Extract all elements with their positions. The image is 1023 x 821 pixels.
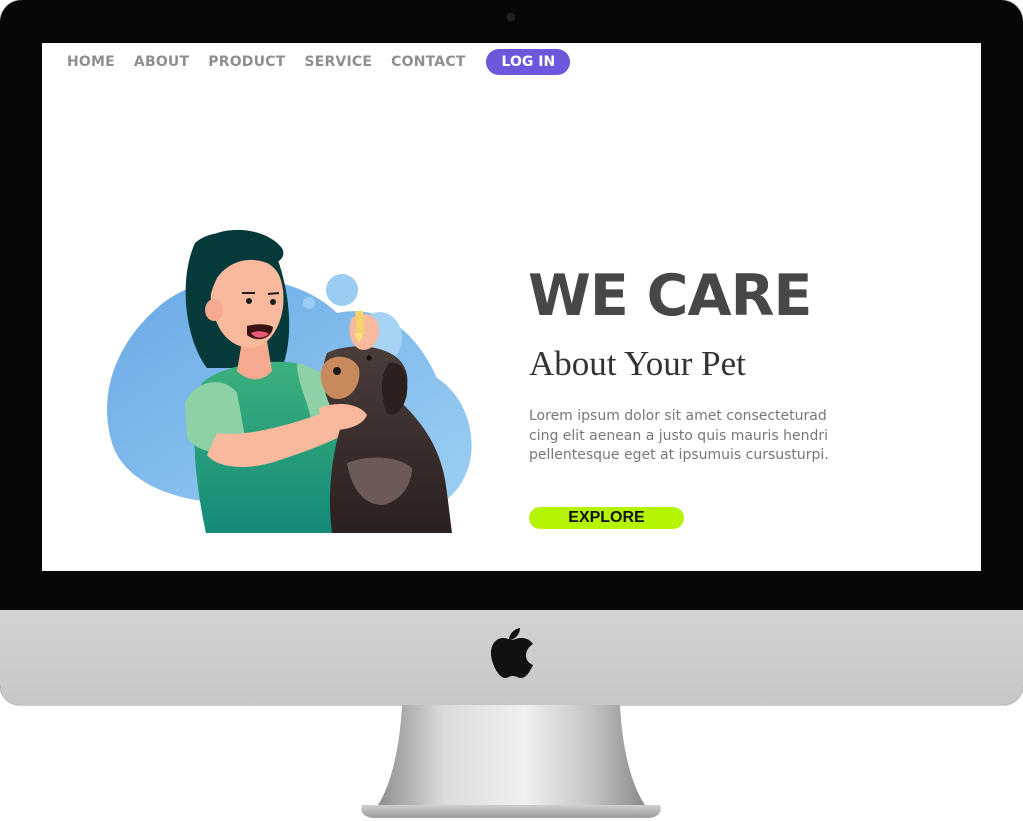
top-navigation: HOME ABOUT PRODUCT SERVICE CONTACT LOG I… <box>67 47 571 77</box>
imac-monitor: HOME ABOUT PRODUCT SERVICE CONTACT LOG I… <box>0 0 1023 705</box>
apple-logo-icon <box>491 628 533 678</box>
hero-description-line: Lorem ipsum dolor sit amet consecteturad <box>529 408 827 424</box>
webcam-icon <box>507 13 515 21</box>
website-screen: HOME ABOUT PRODUCT SERVICE CONTACT LOG I… <box>42 43 981 571</box>
nav-about-link[interactable]: ABOUT <box>134 54 189 70</box>
hero-description-line: cing elit aenean a justo quis mauris hen… <box>529 427 829 444</box>
hero-title: WE CARE <box>528 263 812 329</box>
login-button[interactable]: LOG IN <box>485 49 571 75</box>
hero-description: Lorem ipsum dolor sit amet consecteturad… <box>529 407 879 466</box>
nav-contact-link[interactable]: CONTACT <box>391 54 465 70</box>
monitor-stand <box>361 705 661 818</box>
hero-description-line: pellentesque eget at ipsumuis cursusturp… <box>529 447 829 463</box>
hero-subtitle: About Your Pet <box>529 344 746 383</box>
nav-product-link[interactable]: PRODUCT <box>208 54 285 70</box>
nav-service-link[interactable]: SERVICE <box>304 54 372 70</box>
explore-button[interactable]: EXPLORE <box>529 507 684 529</box>
nav-home-link[interactable]: HOME <box>67 54 115 70</box>
woman-with-dog-illustration <box>107 229 472 533</box>
